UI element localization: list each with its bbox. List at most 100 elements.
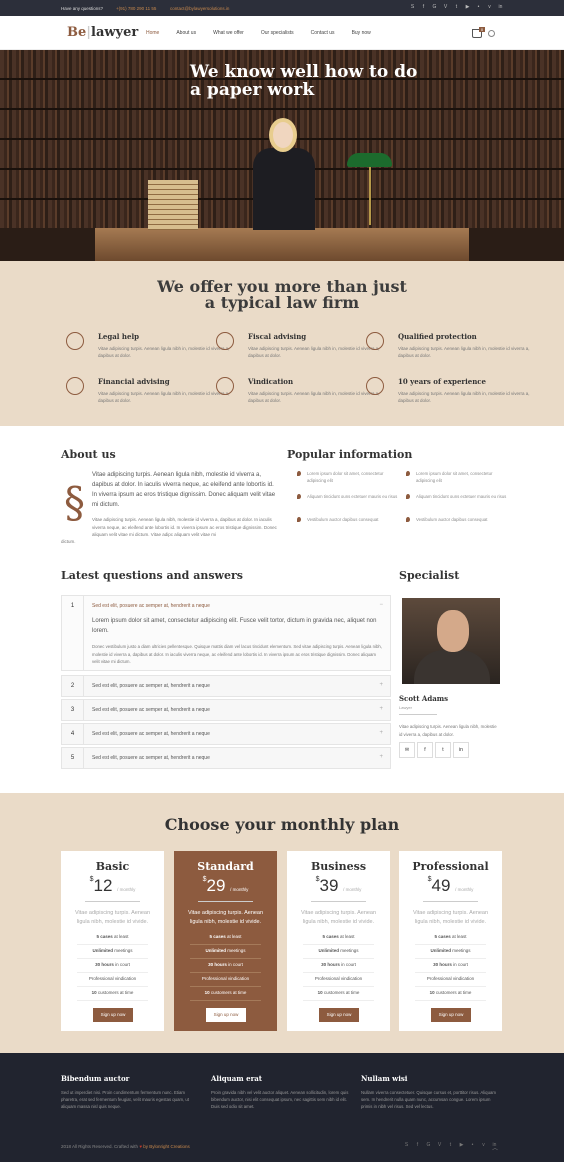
expand-icon[interactable]: +	[379, 730, 383, 736]
sign-up-button[interactable]: Sign up now	[319, 1008, 359, 1022]
vk-icon[interactable]: v	[480, 1142, 487, 1149]
expand-icon[interactable]: +	[379, 754, 383, 760]
plan-feature: 30 hours in court	[77, 959, 148, 973]
twitter-icon[interactable]: t	[453, 4, 460, 11]
google-plus-icon[interactable]: G	[425, 1142, 432, 1149]
pricing-title: Choose your monthly plan	[164, 815, 400, 834]
phone-link[interactable]: +(91) 780 290 11 55	[116, 6, 156, 11]
search-icon[interactable]	[488, 30, 495, 37]
linkedin-icon[interactable]: in	[453, 742, 469, 758]
vimeo-icon[interactable]: V	[442, 4, 449, 11]
contact-question: Have any questions?	[61, 6, 104, 11]
skype-icon[interactable]: S	[403, 1142, 410, 1149]
facebook-icon[interactable]: f	[414, 1142, 421, 1149]
heart-icon: ♥	[139, 1144, 142, 1149]
specialist-title: Specialist	[399, 569, 460, 582]
plan-name: Basic	[95, 860, 130, 873]
vk-icon[interactable]: v	[486, 4, 493, 11]
nav-contact[interactable]: Contact us	[311, 30, 335, 36]
faq-item-open[interactable]: 1 Sed est elit, posuere ac semper at, he…	[61, 595, 391, 671]
plan-desc: Vitae adipiscing turpis. Aenean ligula n…	[412, 910, 489, 925]
plan-feature: 30 hours in court	[415, 959, 486, 973]
google-plus-icon[interactable]: G	[431, 4, 438, 11]
footer-col-title: Aliquam erat	[211, 1074, 263, 1083]
popular-item[interactable]: Aliquam tincidunt ouns ectetuer mauris e…	[297, 493, 402, 500]
expand-icon[interactable]: +	[379, 706, 383, 712]
flickr-icon[interactable]: •	[475, 4, 482, 11]
popular-item[interactable]: Aliquam tincidunt ouns ectetuer mauris e…	[406, 493, 511, 500]
nav-about[interactable]: About us	[176, 30, 196, 36]
faq-item[interactable]: 4 Sed est elit, posuere ac semper at, he…	[61, 723, 391, 745]
feature-desc: Vitae adipiscing turpis. Aenean ligula n…	[398, 346, 530, 358]
plan-feature: 10 customers at time	[415, 987, 486, 1001]
popular-item[interactable]: Lorem ipsum dolor sit amet, consectetur …	[406, 470, 511, 484]
offer-section: We offer you more than just a typical law…	[0, 261, 564, 426]
sign-up-button[interactable]: Sign up now	[431, 1008, 471, 1022]
nav-specialists[interactable]: Our specialists	[261, 30, 294, 36]
faq-item[interactable]: 5 Sed est elit, posuere ac semper at, he…	[61, 747, 391, 769]
youtube-icon[interactable]: ▶	[464, 4, 471, 11]
feature-desc: Vitae adipiscing turpis. Aenean ligula n…	[398, 391, 530, 403]
linkedin-icon[interactable]: in	[497, 4, 504, 11]
faq-item[interactable]: 3 Sed est elit, posuere ac semper at, he…	[61, 699, 391, 721]
author-link[interactable]: by Bylonright Creations	[143, 1144, 190, 1149]
nav-buy-now[interactable]: Buy now	[352, 30, 371, 36]
collapse-icon[interactable]: −	[379, 602, 383, 608]
expand-icon[interactable]: +	[379, 682, 383, 688]
handshake-icon	[66, 332, 84, 350]
skype-icon[interactable]: S	[409, 4, 416, 11]
pricing-section: Choose your monthly plan Basic $12 / mont…	[0, 793, 564, 1053]
plan-card-standard: Standard $29 / monthly Vitae adipiscing tu…	[174, 851, 277, 1031]
footer-social-icons: S f G V t ▶ • v in	[403, 1142, 498, 1149]
site-logo[interactable]: Be|lawyer	[67, 25, 138, 40]
feature-experience: 10 years of experience Vitae adipiscing …	[366, 377, 538, 404]
plan-feature: Professional vindication	[303, 973, 374, 987]
popular-item[interactable]: Lorem ipsum dolor sit amet, consectetur …	[297, 470, 402, 484]
nav-home[interactable]: Home	[146, 30, 159, 36]
faq-item[interactable]: 2 Sed est elit, posuere ac semper at, he…	[61, 675, 391, 697]
vimeo-icon[interactable]: V	[436, 1142, 443, 1149]
book-stack-image	[148, 180, 198, 230]
cart-count-badge: 0	[479, 27, 485, 32]
sign-up-button[interactable]: Sign up now	[93, 1008, 133, 1022]
plan-price: $49 / monthly	[427, 876, 474, 895]
facebook-icon[interactable]: f	[417, 742, 433, 758]
feature-qualified-protection: Qualified protection Vitae adipiscing tu…	[366, 332, 538, 359]
feature-desc: Vitae adipiscing turpis. Aenean ligula n…	[98, 346, 230, 358]
section-sign-icon: §	[64, 478, 85, 527]
plan-feature: Unlimited meetings	[415, 945, 486, 959]
plan-feature: Professional vindication	[190, 973, 261, 987]
plan-feature: 30 hours in court	[303, 959, 374, 973]
popular-item[interactable]: Vestibulum auctor dapibus consequat	[297, 516, 402, 523]
about-text-end: dictum.	[61, 539, 76, 544]
pin-icon	[297, 471, 301, 476]
feature-title: Qualified protection	[398, 332, 477, 341]
specialist-desc: Vitae adipiscing turpis. Aenean ligula n…	[399, 724, 497, 737]
specialist-photo	[402, 598, 500, 684]
feature-desc: Vitae adipiscing turpis. Aenean ligula n…	[98, 391, 230, 403]
plan-feature: 5 cases at least	[190, 931, 261, 945]
about-title: About us	[61, 448, 116, 461]
nav-what-we-offer[interactable]: What we offer	[213, 30, 244, 36]
offer-title: We offer you more than just a typical law…	[157, 277, 407, 312]
twitter-icon[interactable]: t	[447, 1142, 454, 1149]
footer-col-title: Nullam wisi	[361, 1074, 408, 1083]
pin-icon	[406, 471, 410, 476]
facebook-icon[interactable]: f	[420, 4, 427, 11]
plan-price: $39 / monthly	[315, 876, 362, 895]
youtube-icon[interactable]: ▶	[458, 1142, 465, 1149]
plan-desc: Vitae adipiscing turpis. Aenean ligula n…	[74, 910, 151, 925]
copyright: 2018 All Rights Reserved. Crafted with ♥…	[61, 1144, 190, 1149]
sign-up-button[interactable]: Sign up now	[206, 1008, 246, 1022]
email-link[interactable]: contact@bylawyersolutions.in	[170, 6, 229, 11]
footer-col-text: Nullam viverra consectetuer. Quisque cur…	[361, 1090, 496, 1109]
flickr-icon[interactable]: •	[469, 1142, 476, 1149]
popular-item[interactable]: Vestibulum auctor dapibus consequat	[406, 516, 511, 523]
back-to-top-icon[interactable]: ︿	[492, 1143, 498, 1152]
plan-feature: Professional vindication	[415, 973, 486, 987]
lawyer-photo	[253, 118, 315, 230]
plan-feature: 5 cases at least	[415, 931, 486, 945]
plan-feature: 10 customers at time	[303, 987, 374, 1001]
twitter-icon[interactable]: t	[435, 742, 451, 758]
mail-icon[interactable]: ✉	[399, 742, 415, 758]
